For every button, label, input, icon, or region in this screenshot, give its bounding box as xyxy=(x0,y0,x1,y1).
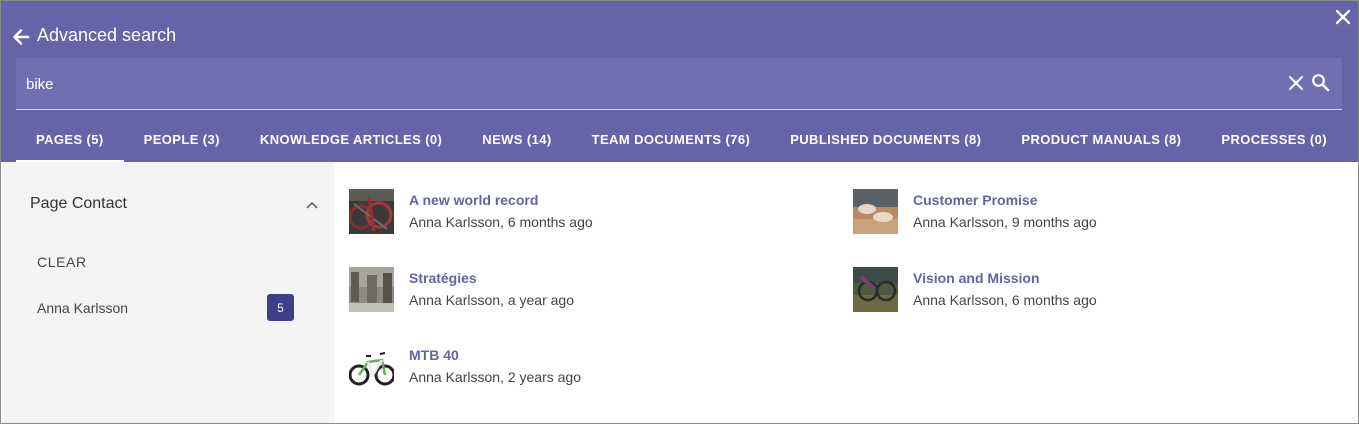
list-item: Stratégies Anna Karlsson, a year ago xyxy=(349,265,829,315)
result-thumbnail[interactable] xyxy=(853,267,898,312)
result-title[interactable]: A new world record xyxy=(409,192,538,208)
facet-title: Page Contact xyxy=(30,195,127,212)
clear-search-icon[interactable] xyxy=(1288,75,1304,91)
tab-people[interactable]: PEOPLE (3) xyxy=(124,119,240,162)
tab-processes[interactable]: PROCESSES (0) xyxy=(1201,119,1347,162)
tab-published-documents[interactable]: PUBLISHED DOCUMENTS (8) xyxy=(770,119,1001,162)
tab-product-manuals[interactable]: PRODUCT MANUALS (8) xyxy=(1001,119,1201,162)
close-icon[interactable] xyxy=(1334,8,1352,26)
count-badge: 5 xyxy=(267,294,294,321)
filter-sidebar: Page Contact CLEAR Anna Karlsson 5 xyxy=(2,162,334,423)
result-meta: Anna Karlsson, 2 years ago xyxy=(409,369,581,385)
result-thumbnail[interactable] xyxy=(349,189,394,234)
search-box xyxy=(16,58,1342,110)
result-meta: Anna Karlsson, 6 months ago xyxy=(913,292,1097,308)
arrow-left-icon[interactable] xyxy=(11,27,31,47)
tab-news[interactable]: NEWS (14) xyxy=(462,119,571,162)
result-meta: Anna Karlsson, 9 months ago xyxy=(913,214,1097,230)
tab-knowledge-articles[interactable]: KNOWLEDGE ARTICLES (0) xyxy=(240,119,462,162)
tab-pages[interactable]: PAGES (5) xyxy=(16,119,124,162)
search-input[interactable] xyxy=(26,58,1266,110)
result-meta: Anna Karlsson, 6 months ago xyxy=(409,214,593,230)
result-thumbnail[interactable] xyxy=(853,189,898,234)
page-title: Advanced search xyxy=(37,25,177,45)
list-item: Vision and Mission Anna Karlsson, 6 mont… xyxy=(853,265,1333,315)
list-item: MTB 40 Anna Karlsson, 2 years ago xyxy=(349,342,829,392)
facet-item-label: Anna Karlsson xyxy=(37,300,129,316)
result-tabs: PAGES (5) PEOPLE (3) KNOWLEDGE ARTICLES … xyxy=(16,119,1347,162)
facet-item-anna-karlsson[interactable]: Anna Karlsson 5 xyxy=(37,293,297,323)
search-icon[interactable] xyxy=(1311,73,1330,92)
clear-filter-button[interactable]: CLEAR xyxy=(37,254,87,270)
result-thumbnail[interactable] xyxy=(349,267,394,312)
list-item: A new world record Anna Karlsson, 6 mont… xyxy=(349,187,829,237)
tab-team-documents[interactable]: TEAM DOCUMENTS (76) xyxy=(572,119,771,162)
result-meta: Anna Karlsson, a year ago xyxy=(409,292,574,308)
result-title[interactable]: Vision and Mission xyxy=(913,270,1040,286)
result-title[interactable]: Customer Promise xyxy=(913,192,1037,208)
list-item: Customer Promise Anna Karlsson, 9 months… xyxy=(853,187,1333,237)
result-title[interactable]: Stratégies xyxy=(409,270,477,286)
advanced-search-panel: Advanced search PAGES (5) PEOPLE (3) KNO… xyxy=(0,0,1359,424)
result-thumbnail[interactable] xyxy=(349,344,394,389)
search-header: Advanced search PAGES (5) PEOPLE (3) KNO… xyxy=(1,1,1358,162)
result-title[interactable]: MTB 40 xyxy=(409,347,459,363)
chevron-up-icon[interactable] xyxy=(305,200,319,210)
